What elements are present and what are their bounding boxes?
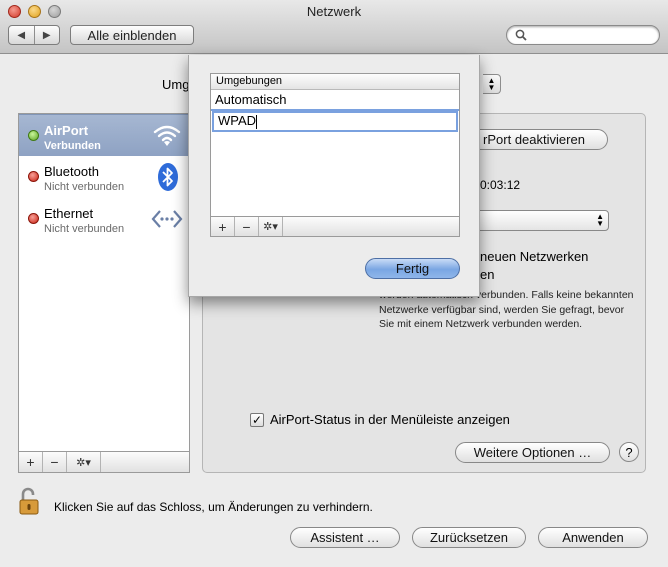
locations-toolbar: + − ✲▾ [210, 216, 460, 237]
assistant-button[interactable]: Assistent … [290, 527, 400, 548]
revert-button[interactable]: Zurücksetzen [412, 527, 526, 548]
location-popup-arrows[interactable]: ▲ ▼ [483, 74, 501, 94]
add-service-button[interactable]: + [19, 452, 43, 472]
back-button[interactable]: ◀ [9, 26, 34, 44]
menubar-status-checkbox[interactable]: ✓ [250, 412, 264, 427]
location-row[interactable]: Automatisch [211, 90, 459, 111]
back-forward-control: ◀ ▶ [8, 25, 60, 45]
service-status: Nicht verbunden [44, 181, 125, 193]
wifi-icon [153, 125, 181, 146]
service-status: Nicht verbunden [44, 223, 125, 235]
service-name: Ethernet [44, 206, 94, 221]
text-cursor [256, 114, 258, 129]
edit-locations-sheet: Umgebungen Automatisch WPAD + − ✲▾ Ferti… [188, 55, 480, 297]
location-label: Umg [162, 77, 190, 92]
lock-open-icon[interactable] [18, 486, 40, 516]
ask-to-join-label-continued: en [480, 267, 495, 282]
bluetooth-icon [158, 163, 178, 191]
help-button[interactable]: ? [619, 442, 639, 462]
status-dot-disconnected [28, 171, 39, 182]
location-name-edit-field[interactable]: WPAD [212, 111, 458, 132]
menubar-status-label: AirPort-Status in der Menüleiste anzeige… [270, 412, 510, 427]
remove-location-button[interactable]: − [235, 217, 259, 236]
window-title: Netzwerk [306, 4, 362, 19]
locations-table: Umgebungen Automatisch WPAD [210, 73, 460, 237]
ethernet-icon [151, 210, 183, 228]
service-status: Verbunden [44, 140, 101, 152]
ask-to-join-label: neuen Netzwerken [480, 249, 589, 264]
window-titlebar: Netzwerk ◀ ▶ Alle einblenden [0, 0, 668, 54]
status-dot-disconnected [28, 213, 39, 224]
show-all-button[interactable]: Alle einblenden [70, 25, 194, 45]
search-icon [515, 29, 527, 41]
location-action-menu-button[interactable]: ✲▾ [259, 217, 283, 236]
remove-service-button[interactable]: − [43, 452, 67, 472]
service-airport[interactable]: AirPort Verbunden [19, 114, 189, 156]
service-list-toolbar: + − ✲▾ [18, 451, 190, 473]
menubar-status-option[interactable]: ✓ AirPort-Status in der Menüleiste anzei… [250, 412, 510, 427]
lock-instruction: Klicken Sie auf das Schloss, um Änderung… [54, 500, 373, 514]
service-name: Bluetooth [44, 164, 99, 179]
locations-column-header: Umgebungen [211, 74, 459, 90]
service-ethernet[interactable]: Ethernet Nicht verbunden [19, 198, 189, 240]
service-bluetooth[interactable]: Bluetooth Nicht verbunden [19, 156, 189, 198]
network-name-popup[interactable]: ▲ ▼ [473, 210, 609, 231]
network-service-list: AirPort Verbunden Bluetooth Nicht verbun… [18, 113, 190, 471]
apply-button[interactable]: Anwenden [538, 527, 648, 548]
location-name-value: WPAD [218, 113, 257, 128]
service-action-menu-button[interactable]: ✲▾ [67, 452, 101, 472]
connection-time: 0:03:12 [480, 178, 521, 192]
done-button[interactable]: Fertig [365, 258, 460, 279]
popup-arrows-icon: ▲ ▼ [596, 212, 604, 228]
add-location-button[interactable]: + [211, 217, 235, 236]
service-name: AirPort [44, 123, 89, 138]
chevron-down-icon: ▼ [487, 83, 496, 92]
status-dot-connected [28, 130, 39, 141]
advanced-options-button[interactable]: Weitere Optionen … [455, 442, 610, 463]
forward-button[interactable]: ▶ [33, 26, 60, 44]
turn-airport-off-button[interactable]: rPort deaktivieren [460, 129, 608, 150]
search-field[interactable] [506, 25, 660, 45]
